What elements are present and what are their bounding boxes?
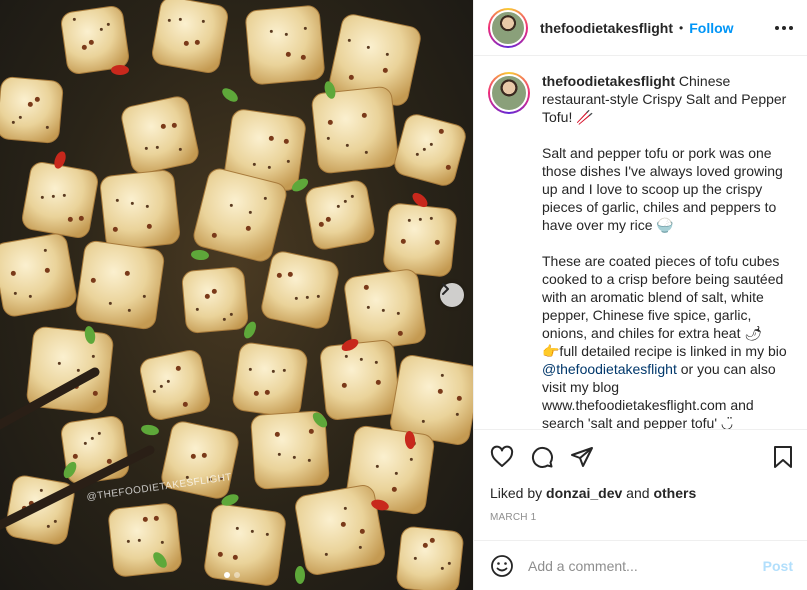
chevron-right-icon [442, 283, 449, 295]
more-options-button[interactable] [775, 25, 793, 30]
likes-user-link[interactable]: donzai_dev [546, 485, 622, 501]
post-header: thefoodietakesflight • Follow [474, 0, 807, 56]
likes-middle: and [622, 485, 654, 501]
carousel-dot-active [224, 572, 230, 578]
bookmark-icon [774, 446, 792, 468]
follow-button[interactable]: Follow [689, 20, 733, 36]
like-button[interactable] [490, 445, 514, 469]
caption-body: Chinese restaurant-style Crispy Salt and… [542, 73, 787, 359]
carousel-dots [224, 572, 240, 578]
header-bullet: • [679, 20, 684, 35]
save-button[interactable] [771, 445, 795, 469]
post-side-panel: thefoodietakesflight • Follow thefoodiet… [473, 0, 807, 590]
post-image[interactable]: @THEFOODIETAKESFLIGHT [0, 0, 473, 590]
caption-username[interactable]: thefoodietakesflight [542, 73, 675, 89]
paper-plane-icon [571, 447, 593, 467]
carousel-dot [234, 572, 240, 578]
caption-mention[interactable]: @thefoodietakesflight [542, 361, 677, 377]
emoji-button[interactable] [490, 554, 514, 578]
more-horizontal-icon [775, 25, 779, 30]
carousel-next-button[interactable] [440, 283, 464, 307]
caption-area: thefoodietakesflight Chinese restaurant-… [474, 56, 807, 430]
post-comment-button[interactable]: Post [763, 558, 793, 574]
comment-button[interactable] [530, 445, 554, 469]
header-username[interactable]: thefoodietakesflight [540, 20, 673, 36]
caption-avatar[interactable] [488, 72, 530, 114]
share-button[interactable] [570, 445, 594, 469]
likes-prefix: Liked by [490, 485, 547, 501]
comment-icon [531, 446, 553, 468]
comment-input[interactable] [528, 557, 763, 574]
heart-icon [490, 445, 514, 467]
post-date[interactable]: MARCH 1 [474, 502, 807, 523]
smiley-icon [491, 554, 513, 577]
comment-bar: Post [474, 540, 807, 590]
avatar[interactable] [488, 7, 528, 48]
likes-others-link[interactable]: others [653, 485, 696, 501]
caption-text: thefoodietakesflight Chinese restaurant-… [542, 72, 793, 429]
action-bar [474, 430, 807, 484]
likes-summary: Liked by donzai_dev and others [474, 484, 807, 502]
tofu-photo [0, 0, 473, 590]
